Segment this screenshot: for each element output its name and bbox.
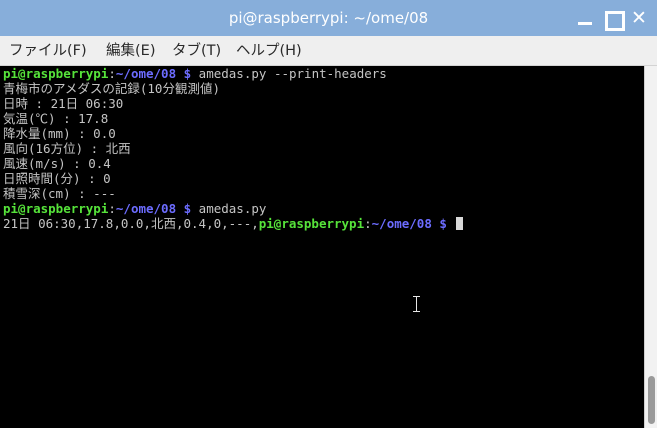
terminal-line: 気温(℃) : 17.8 bbox=[3, 111, 109, 126]
prompt-path: ~/ome/08 $ bbox=[371, 216, 447, 231]
minimize-icon[interactable] bbox=[576, 10, 594, 26]
menu-bar: ファイル(F) 編集(E) タブ(T) ヘルプ(H) bbox=[0, 36, 657, 66]
terminal-line: 積雪深(cm) : --- bbox=[3, 186, 116, 201]
close-icon[interactable]: ✕ bbox=[630, 9, 648, 28]
terminal-line[interactable]: 21日 06:30,17.8,0.0,北西,0.4,0,---,pi@raspb… bbox=[3, 216, 464, 231]
window-title: pi@raspberrypi: ~/ome/08 bbox=[228, 9, 429, 27]
terminal-line: 降水量(mm) : 0.0 bbox=[3, 126, 116, 141]
scrollbar-thumb[interactable] bbox=[648, 376, 655, 424]
terminal-line: pi@raspberrypi:~/ome/08 $ amedas.py bbox=[3, 201, 266, 216]
menu-tabs[interactable]: タブ(T) bbox=[172, 36, 221, 66]
title-bar[interactable]: pi@raspberrypi: ~/ome/08 ✕ bbox=[0, 0, 657, 36]
ibeam-cursor-icon bbox=[412, 296, 421, 312]
terminal-line: 風向(16方位) : 北西 bbox=[3, 141, 131, 156]
menu-file[interactable]: ファイル(F) bbox=[9, 36, 87, 66]
prompt-user: pi@raspberrypi bbox=[3, 66, 109, 81]
terminal-line: 風速(m/s) : 0.4 bbox=[3, 156, 111, 171]
terminal-line: 日時 : 21日 06:30 bbox=[3, 96, 124, 111]
prompt-separator: : bbox=[108, 201, 116, 216]
output-text: 21日 06:30,17.8,0.0,北西,0.4,0,---, bbox=[3, 216, 259, 231]
menu-help[interactable]: ヘルプ(H) bbox=[236, 36, 302, 66]
terminal-output[interactable]: pi@raspberrypi:~/ome/08 $ amedas.py --pr… bbox=[0, 66, 644, 428]
terminal-line: 日照時間(分) : 0 bbox=[3, 171, 111, 186]
prompt-path: ~/ome/08 $ bbox=[115, 201, 192, 216]
vertical-scrollbar[interactable] bbox=[644, 66, 657, 428]
command-text: amedas.py --print-headers bbox=[191, 66, 387, 81]
terminal-line: pi@raspberrypi:~/ome/08 $ amedas.py --pr… bbox=[3, 66, 387, 81]
maximize-icon[interactable] bbox=[603, 10, 625, 31]
prompt-separator: : bbox=[108, 66, 116, 81]
command-text: amedas.py bbox=[191, 201, 267, 216]
prompt-user: pi@raspberrypi bbox=[3, 201, 109, 216]
terminal-line: 青梅市のアメダスの記録(10分観測値) bbox=[3, 81, 220, 96]
prompt-user: pi@raspberrypi bbox=[258, 216, 365, 231]
prompt-separator: : bbox=[364, 216, 372, 231]
menu-edit[interactable]: 編集(E) bbox=[106, 36, 155, 66]
text-cursor bbox=[456, 217, 464, 230]
prompt-path: ~/ome/08 $ bbox=[115, 66, 192, 81]
